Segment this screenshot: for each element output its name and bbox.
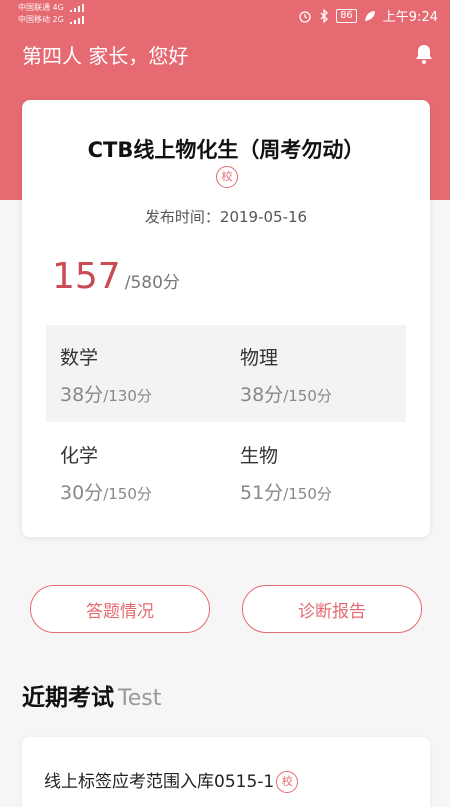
subject-name: 物理 (240, 347, 279, 369)
carrier2-label: 中国移动 (18, 15, 50, 24)
status-bar: 中国联通 4G 中国移动 2G 86 上午9:24 (0, 0, 450, 30)
subject-cell: 物理 38分/150分 (240, 343, 420, 407)
leaf-icon (364, 10, 375, 21)
subject-name: 生物 (240, 445, 279, 467)
exam-card[interactable]: CTB线上物化生（周考勿动） 校 发布时间：2019-05-16 157/580… (22, 100, 430, 537)
bell-icon[interactable] (412, 42, 436, 66)
subject-score-value: 38分 (60, 384, 104, 406)
carrier1-label: 中国联通 (18, 3, 50, 12)
clock-time: 上午9:24 (382, 10, 438, 25)
recent-exams-heading: 近期考试 Test (22, 678, 161, 712)
status-right: 86 上午9:24 (298, 6, 438, 25)
signal-icon (70, 3, 85, 12)
subject-score-total: /150分 (283, 485, 332, 503)
subject-score: 30分/150分 (60, 478, 240, 505)
subject-score: 38分/130分 (60, 380, 240, 407)
carrier-info: 中国联通 4G 中国移动 2G (18, 2, 86, 26)
recent-title: 近期考试 (22, 685, 114, 711)
subject-score-total: /150分 (283, 387, 332, 405)
subject-score-value: 51分 (240, 482, 284, 504)
score-value: 157 (52, 256, 121, 297)
subject-cell: 生物 51分/150分 (240, 441, 420, 505)
publish-date: 2019-05-16 (219, 208, 308, 226)
subject-score-value: 30分 (60, 482, 104, 504)
greeting-text: 第四人 家长，您好 (22, 44, 189, 68)
school-tag-icon: 校 (216, 166, 238, 188)
exam-title: CTB线上物化生（周考勿动） (87, 138, 365, 162)
report-button[interactable]: 诊断报告 (242, 585, 422, 633)
subject-cell: 数学 38分/130分 (60, 343, 240, 407)
battery-indicator: 86 (336, 8, 357, 23)
subject-name: 数学 (60, 347, 99, 369)
subject-score-total: /130分 (103, 387, 152, 405)
subject-score: 51分/150分 (240, 478, 420, 505)
subject-grid: 数学 38分/130分 物理 38分/150分 化学 30分/150分 生物 5… (46, 325, 406, 521)
recent-exam-title: 线上标签应考范围入库0515-1 校 (44, 767, 299, 793)
subject-cell: 化学 30分/150分 (60, 441, 240, 505)
publish-time: 发布时间：2019-05-16 (22, 206, 430, 227)
list-item[interactable]: 线上标签应考范围入库0515-1 校 (22, 737, 430, 807)
subject-name: 化学 (60, 445, 99, 467)
bluetooth-icon (320, 8, 328, 23)
school-tag-icon: 校 (276, 771, 299, 793)
subject-score-total: /150分 (103, 485, 152, 503)
recent-exam-name: 线上标签应考范围入库0515-1 (44, 772, 275, 792)
publish-label: 发布时间： (144, 208, 220, 226)
score-total: /580分 (124, 273, 180, 293)
answers-button[interactable]: 答题情况 (30, 585, 210, 633)
total-score: 157/580分 (52, 256, 180, 297)
carrier1-network: 4G (52, 3, 64, 12)
carrier2-network: 2G (52, 15, 64, 24)
signal-icon (70, 15, 85, 24)
alarm-icon (299, 10, 311, 23)
subject-score-value: 38分 (240, 384, 284, 406)
recent-title-en: Test (118, 686, 162, 711)
subject-score: 38分/150分 (240, 380, 420, 407)
